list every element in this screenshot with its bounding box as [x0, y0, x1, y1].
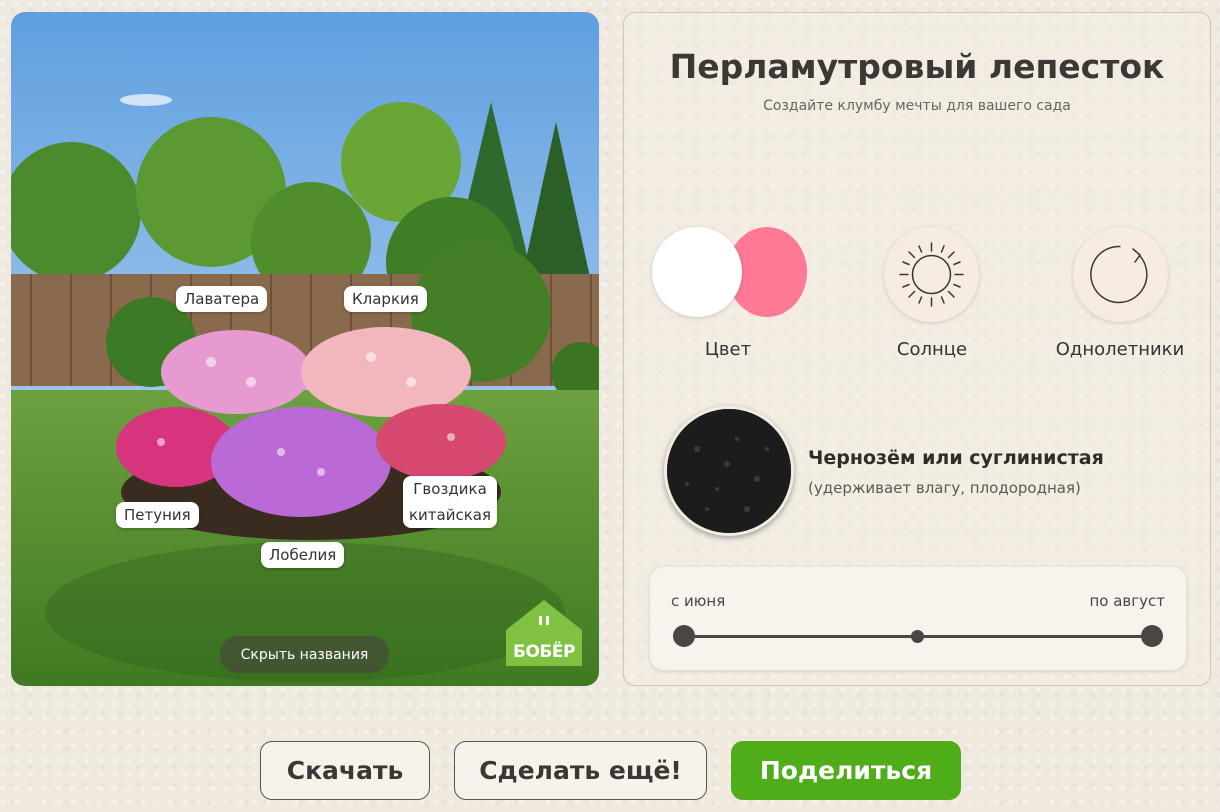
make-another-button[interactable]: Сделать ещё! [454, 741, 707, 800]
soil-title: Чернозём или суглинистая [808, 447, 1104, 469]
feature-label-annuals: Однолетники [1055, 339, 1185, 360]
flower-label-dianthus: Гвоздика китайская [403, 476, 498, 528]
flowerbed-info-card: Перламутровый лепесток Создайте клумбу м… [623, 12, 1211, 686]
page-subtitle: Создайте клумбу мечты для вашего сада [763, 98, 1071, 114]
garden-scene-illustration [11, 12, 599, 686]
period-start-handle[interactable] [673, 625, 695, 647]
flower-label-petunia: Петуния [116, 502, 199, 528]
soil-description: (удерживает влагу, плодородная) [808, 479, 1081, 497]
sun-icon [884, 227, 979, 322]
feature-label-sun: Солнце [896, 339, 968, 360]
white-swatch-icon [652, 227, 742, 317]
feature-label-color: Цвет [704, 339, 752, 360]
download-button[interactable]: Скачать [260, 741, 430, 800]
hide-names-button[interactable]: Скрыть названия [220, 636, 389, 673]
period-end-handle[interactable] [1141, 625, 1163, 647]
flower-label-dianthus-line1: Гвоздика [413, 480, 487, 498]
logo-text: БОБЁР [513, 642, 575, 662]
blooming-period-panel: с июня по август [650, 567, 1186, 670]
bober-logo: БОБЁР [506, 600, 582, 666]
flower-label-lobelia: Лобелия [261, 542, 345, 568]
flower-label-dianthus-line2: китайская [409, 506, 492, 524]
share-button[interactable]: Поделиться [731, 741, 961, 800]
soil-image [664, 406, 794, 536]
page-title: Перламутровый лепесток [669, 47, 1165, 86]
period-mid-marker [911, 630, 924, 643]
flower-label-lavatera: Лаватера [176, 286, 268, 312]
period-start-label: с июня [671, 592, 726, 610]
annual-cycle-icon [1073, 227, 1168, 322]
period-end-label: по август [1089, 592, 1165, 610]
flowerbed-preview-image: Лаватера Кларкия Петуния Гвоздика китайс… [11, 12, 599, 686]
flower-label-clarkia: Кларкия [344, 286, 427, 312]
